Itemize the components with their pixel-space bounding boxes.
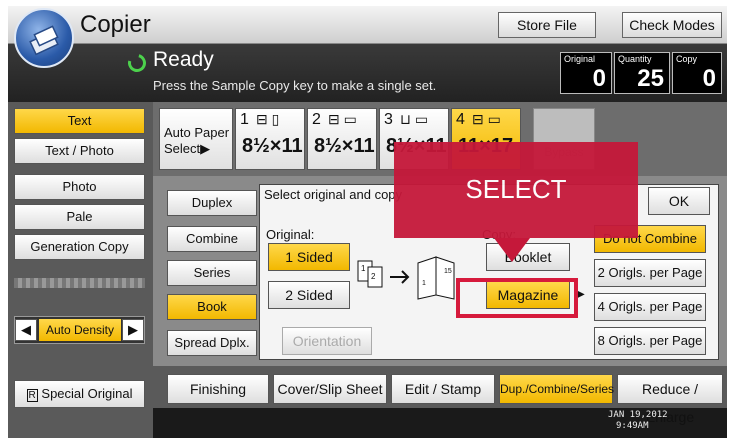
clock-date: JAN 19,2012	[608, 410, 668, 420]
two-sided-button[interactable]: 2 Sided	[268, 281, 350, 309]
density-control: ◀ Auto Density ▶	[14, 316, 145, 344]
ready-status-icon	[124, 50, 150, 76]
tab-edit-stamp[interactable]: Edit / Stamp	[391, 374, 495, 404]
one-sided-button[interactable]: 1 Sided	[268, 243, 350, 271]
magazine-highlight-box	[456, 278, 578, 318]
ok-button[interactable]: OK	[648, 187, 710, 215]
tab-reduce-enlarge[interactable]: Reduce / Enlarge	[617, 374, 723, 425]
tab-combine[interactable]: Combine	[167, 226, 257, 252]
ready-status: Ready	[153, 48, 214, 71]
check-modes-button[interactable]: Check Modes	[622, 12, 722, 38]
special-original-button[interactable]: R Special Original	[14, 380, 145, 408]
panel-instruction: Select original and copy	[264, 187, 403, 202]
store-file-button[interactable]: Store File	[498, 12, 596, 38]
bottom-tab-bar: Finishing Cover/Slip Sheet Edit / Stamp …	[153, 366, 727, 425]
tray-1-button[interactable]: 1 ⊟ ▯ 8½×11	[235, 108, 305, 170]
copier-screen: Copier Store File Check Modes Ready Pres…	[8, 6, 727, 438]
app-title: Copier	[80, 11, 151, 38]
tray-2-button[interactable]: 2 ⊟ ▭ 8½×11	[307, 108, 377, 170]
lighter-arrow-icon[interactable]: ◀	[15, 319, 37, 341]
svg-text:2: 2	[371, 272, 376, 281]
clock: JAN 19,2012 9:49AM	[608, 410, 668, 432]
density-scale	[14, 278, 145, 288]
clock-time: 9:49AM	[616, 421, 649, 431]
svg-text:1: 1	[422, 280, 426, 287]
callout-pointer	[494, 238, 530, 262]
tab-series[interactable]: Series	[167, 260, 257, 286]
auto-density-button[interactable]: Auto Density	[39, 319, 121, 341]
darker-arrow-icon[interactable]: ▶	[122, 319, 144, 341]
copier-logo-icon	[14, 8, 74, 68]
auto-paper-select-button[interactable]: Auto Paper Select▶	[159, 108, 233, 170]
photo-mode-button[interactable]: Photo	[14, 174, 145, 200]
select-callout: SELECT	[394, 142, 638, 238]
text-photo-mode-button[interactable]: Text / Photo	[14, 138, 145, 164]
pale-mode-button[interactable]: Pale	[14, 204, 145, 230]
text-mode-button[interactable]: Text	[14, 108, 145, 134]
svg-text:15: 15	[444, 268, 452, 275]
tab-finishing[interactable]: Finishing	[167, 374, 269, 404]
generation-copy-button[interactable]: Generation Copy	[14, 234, 145, 260]
four-origls-per-page-button[interactable]: 4 Origls. per Page	[594, 293, 706, 321]
original-counter: Original 0	[560, 52, 612, 94]
original-type-panel: Text Text / Photo Photo Pale Generation …	[8, 102, 153, 438]
tab-dup-combine-series[interactable]: Dup./Combine/Series	[499, 374, 614, 404]
status-bar: Ready Press the Sample Copy key to make …	[8, 44, 727, 102]
title-bar: Copier Store File Check Modes	[8, 6, 727, 44]
tab-cover-slip-sheet[interactable]: Cover/Slip Sheet	[273, 374, 387, 404]
eight-origls-per-page-button[interactable]: 8 Origls. per Page	[594, 327, 706, 355]
copy-counter: Copy 0	[672, 52, 722, 94]
original-label: Original:	[266, 227, 315, 242]
status-message: Press the Sample Copy key to make a sing…	[153, 78, 437, 93]
tab-book[interactable]: Book	[167, 294, 257, 320]
quantity-counter: Quantity 25	[614, 52, 670, 94]
svg-text:1: 1	[361, 264, 366, 273]
special-original-icon: R	[26, 389, 38, 402]
orientation-button[interactable]: Orientation	[282, 327, 372, 355]
tab-duplex[interactable]: Duplex	[167, 190, 257, 216]
tab-spread-duplex[interactable]: Spread Dplx.	[167, 330, 257, 356]
two-origls-per-page-button[interactable]: 2 Origls. per Page	[594, 259, 706, 287]
